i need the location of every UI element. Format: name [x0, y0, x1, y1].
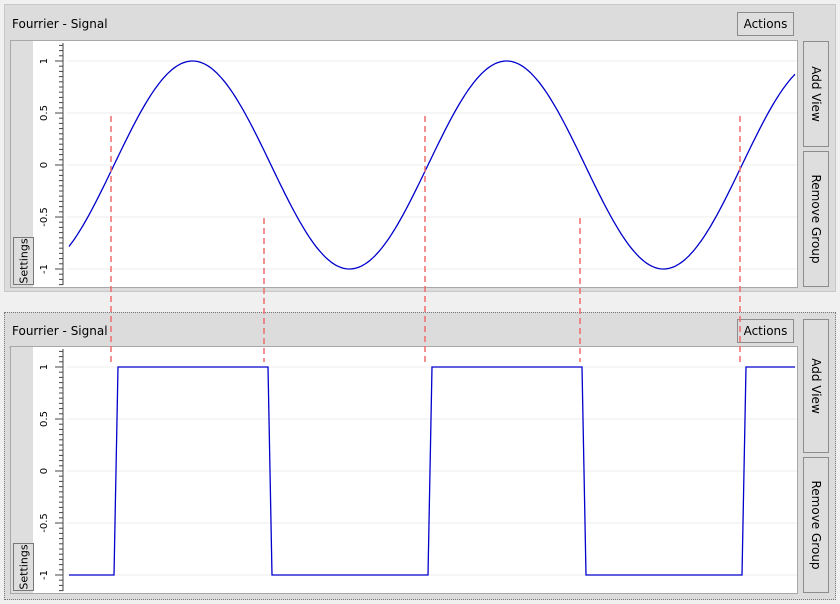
- view-title: Fourrier - Signal: [12, 17, 108, 31]
- add-view-button[interactable]: Add View: [803, 41, 829, 147]
- settings-label: Settings: [17, 544, 30, 590]
- y-tick-label: -1: [39, 264, 50, 274]
- add-view-label: Add View: [809, 358, 823, 414]
- plot-area[interactable]: 1 0.5 0 -0.5 -1 Settings: [10, 40, 798, 288]
- view-group-top: Fourrier - Signal Actions Add View Remov…: [4, 4, 836, 292]
- y-tick-label: -0.5: [39, 513, 50, 533]
- plot-area[interactable]: 1 0.5 0 -0.5 -1 Settings: [10, 346, 798, 594]
- view-group-bottom: Fourrier - Signal Actions Add View Remov…: [4, 312, 836, 600]
- remove-group-button[interactable]: Remove Group: [803, 457, 829, 593]
- y-tick-label: -0.5: [39, 207, 50, 227]
- y-tick-label: 0: [39, 162, 50, 168]
- y-tick-label: 0: [39, 468, 50, 474]
- view-header: Fourrier - Signal Actions: [9, 5, 797, 39]
- settings-button[interactable]: Settings: [13, 237, 34, 285]
- remove-group-button[interactable]: Remove Group: [803, 151, 829, 287]
- actions-button[interactable]: Actions: [737, 319, 794, 343]
- y-tick-label: -1: [39, 570, 50, 580]
- plot-svg: 1 0.5 0 -0.5 -1: [11, 41, 797, 287]
- y-tick-label: 1: [39, 58, 50, 64]
- view-title: Fourrier - Signal: [12, 324, 108, 338]
- plot-svg: 1 0.5 0 -0.5 -1: [11, 347, 797, 593]
- add-view-label: Add View: [809, 66, 823, 122]
- add-view-button[interactable]: Add View: [803, 319, 829, 453]
- y-tick-label: 0.5: [39, 411, 50, 427]
- remove-group-label: Remove Group: [809, 480, 823, 570]
- remove-group-label: Remove Group: [809, 174, 823, 264]
- view-header: Fourrier - Signal Actions: [9, 313, 797, 348]
- settings-label: Settings: [17, 238, 30, 284]
- y-tick-label: 1: [39, 364, 50, 370]
- actions-button[interactable]: Actions: [737, 12, 794, 36]
- y-tick-label: 0.5: [39, 105, 50, 121]
- settings-button[interactable]: Settings: [13, 543, 34, 591]
